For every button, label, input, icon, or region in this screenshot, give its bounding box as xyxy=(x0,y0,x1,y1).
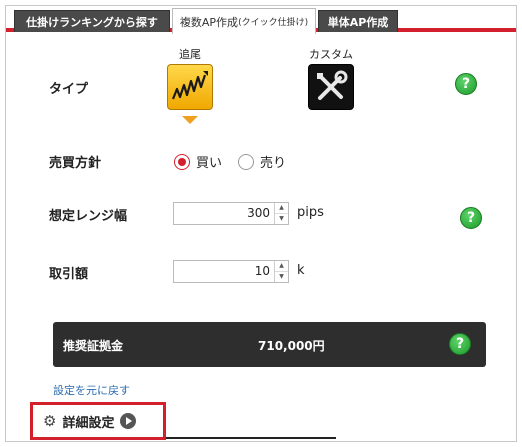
spin-down-icon[interactable]: ▼ xyxy=(275,213,288,224)
radio-sell[interactable]: 売り xyxy=(238,152,286,171)
detail-settings-label: 詳細設定 xyxy=(62,415,115,431)
spin-up-icon[interactable]: ▲ xyxy=(275,203,288,213)
type-label: タイプ xyxy=(49,82,89,97)
amount-spin[interactable]: ▲ ▼ xyxy=(274,261,288,282)
type-option-trend[interactable]: 追尾 xyxy=(167,46,213,124)
margin-help-symbol: ? xyxy=(455,336,465,352)
amount-stepper[interactable]: 10 ▲ ▼ xyxy=(173,260,289,283)
range-input[interactable]: 300 xyxy=(174,203,274,224)
trend-chart-icon xyxy=(167,64,213,110)
radio-buy[interactable]: 買い xyxy=(174,152,222,171)
spin-down-icon[interactable]: ▼ xyxy=(275,271,288,282)
direction-radio-group: 買い 売り xyxy=(174,152,302,171)
margin-value: 710,000円 xyxy=(258,339,325,353)
margin-help-icon[interactable]: ? xyxy=(449,333,471,355)
tab-multi-ap[interactable]: 複数AP作成 (クイック仕掛け) xyxy=(172,8,316,34)
wrench-screwdriver-icon xyxy=(308,64,354,110)
tab-bar: 仕掛けランキングから探す 複数AP作成 (クイック仕掛け) 単体AP作成 xyxy=(6,6,516,34)
amount-unit: k xyxy=(297,263,305,278)
spin-up-icon[interactable]: ▲ xyxy=(275,261,288,271)
tab-ranking[interactable]: 仕掛けランキングから探す xyxy=(14,10,170,32)
recommended-margin-bar: 推奨証拠金 710,000円 ? xyxy=(53,322,486,367)
type-trend-caption: 追尾 xyxy=(179,48,201,61)
type-option-custom[interactable]: カスタム xyxy=(308,46,354,110)
range-help-symbol: ? xyxy=(466,210,476,226)
radio-buy-label: 買い xyxy=(196,156,223,171)
range-help-icon[interactable]: ? xyxy=(460,207,482,229)
ap-creation-panel: 仕掛けランキングから探す 複数AP作成 (クイック仕掛け) 単体AP作成 タイプ … xyxy=(5,5,517,442)
reset-settings-link[interactable]: 設定を元に戻す xyxy=(53,382,130,398)
type-help-symbol: ? xyxy=(461,76,471,92)
range-label: 想定レンジ幅 xyxy=(49,209,128,224)
type-custom-caption: カスタム xyxy=(309,48,353,61)
range-stepper[interactable]: 300 ▲ ▼ xyxy=(173,202,289,225)
amount-label: 取引額 xyxy=(49,267,89,282)
divider xyxy=(166,437,336,439)
play-arrow-icon xyxy=(120,413,137,429)
type-help-icon[interactable]: ? xyxy=(455,73,477,95)
radio-sell-label: 売り xyxy=(260,156,287,171)
range-spin[interactable]: ▲ ▼ xyxy=(274,203,288,224)
tab-multi-ap-sublabel: (クイック仕掛け) xyxy=(238,18,309,28)
radio-buy-circle[interactable] xyxy=(174,153,190,170)
tab-ranking-label: 仕掛けランキングから探す xyxy=(26,15,158,29)
direction-label: 売買方針 xyxy=(49,156,102,171)
range-unit: pips xyxy=(297,205,324,220)
tab-single-ap-label: 単体AP作成 xyxy=(327,15,389,29)
tab-single-ap[interactable]: 単体AP作成 xyxy=(318,10,398,32)
tab-multi-ap-label: 複数AP作成 xyxy=(179,15,239,29)
gear-icon: ⚙ xyxy=(43,412,57,430)
detail-settings-button[interactable]: ⚙ 詳細設定 xyxy=(30,402,166,440)
margin-label: 推奨証拠金 xyxy=(63,339,124,353)
radio-sell-circle[interactable] xyxy=(238,153,255,170)
selected-arrow-icon xyxy=(182,116,198,124)
amount-input[interactable]: 10 xyxy=(174,261,274,282)
